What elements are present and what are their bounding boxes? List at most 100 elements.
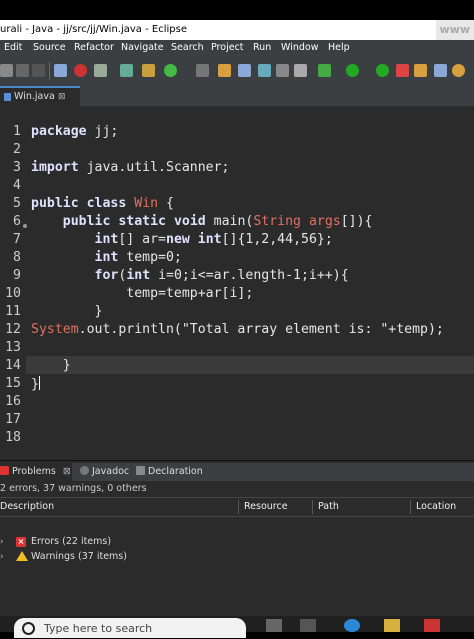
line-number: 8 bbox=[0, 250, 21, 265]
coverage-icon[interactable] bbox=[376, 64, 389, 77]
column-description[interactable]: Description bbox=[0, 498, 54, 516]
prev-edit-icon[interactable] bbox=[276, 64, 289, 77]
code-line[interactable]: public class Win { bbox=[31, 196, 174, 211]
menu-source[interactable]: Source bbox=[33, 40, 66, 56]
code-line[interactable]: import java.util.Scanner; bbox=[31, 160, 230, 175]
annotation-icon[interactable] bbox=[258, 64, 271, 77]
code-line[interactable]: } bbox=[31, 376, 40, 392]
toolbar bbox=[0, 56, 474, 87]
problems-icon bbox=[0, 466, 9, 475]
code-token: void bbox=[174, 214, 206, 229]
task-icon[interactable] bbox=[238, 64, 251, 77]
menu-help[interactable]: Help bbox=[328, 40, 350, 56]
code-token: int bbox=[126, 268, 150, 283]
eclipse-window: urali - Java - jj/src/jj/Win.java - Ecli… bbox=[0, 20, 474, 616]
menu-refactor[interactable]: Refactor bbox=[74, 40, 114, 56]
code-line[interactable]: int temp=0; bbox=[31, 250, 182, 265]
code-token: public bbox=[31, 196, 79, 211]
edge-icon[interactable] bbox=[344, 619, 360, 632]
line-number: 3 bbox=[0, 160, 21, 175]
bug-icon[interactable] bbox=[318, 64, 331, 77]
menu-window[interactable]: Window bbox=[281, 40, 318, 56]
problems-row-warnings[interactable]: › Warnings (37 items) bbox=[0, 549, 474, 565]
code-token: int bbox=[95, 232, 119, 247]
show-whitespace-icon[interactable] bbox=[294, 64, 307, 77]
column-location[interactable]: Location bbox=[416, 498, 456, 516]
line-number: 2 bbox=[0, 142, 21, 157]
pencil-icon[interactable] bbox=[218, 64, 231, 77]
taskbar-search[interactable]: Type here to search bbox=[14, 618, 246, 638]
save-icon[interactable] bbox=[16, 64, 29, 77]
open-perspective-icon[interactable] bbox=[434, 64, 447, 77]
line-number: 14 bbox=[0, 358, 21, 373]
tab-problems[interactable]: Problems ⊠ bbox=[0, 463, 72, 481]
current-line-highlight bbox=[0, 356, 474, 374]
code-token: new bbox=[166, 232, 190, 247]
column-divider bbox=[410, 500, 411, 514]
external-tools-icon[interactable] bbox=[396, 64, 409, 77]
line-number: 16 bbox=[0, 394, 21, 409]
problems-summary: 2 errors, 37 warnings, 0 others bbox=[0, 483, 147, 494]
search-icon[interactable] bbox=[452, 64, 465, 77]
app-icon[interactable] bbox=[300, 619, 316, 632]
menu-search[interactable]: Search bbox=[171, 40, 204, 56]
line-number: 4 bbox=[0, 178, 21, 193]
menu-edit[interactable]: Edit bbox=[4, 40, 22, 56]
file-explorer-icon[interactable] bbox=[384, 619, 400, 632]
code-line[interactable]: public static void main(String args[]){ bbox=[31, 214, 372, 229]
problems-panel: Problems ⊠ Javadoc Declaration 2 errors,… bbox=[0, 460, 474, 616]
code-line[interactable]: package jj; bbox=[31, 124, 118, 139]
code-line[interactable]: } bbox=[31, 304, 102, 319]
column-path[interactable]: Path bbox=[318, 498, 339, 516]
code-line[interactable]: System.out.println("Total array element … bbox=[31, 322, 444, 337]
line-number-gutter: 1 2 3 4 5 6 7 8 9 10 11 12 13 14 15 16 1… bbox=[0, 106, 26, 460]
new-icon[interactable] bbox=[0, 64, 13, 77]
task-view-icon[interactable] bbox=[266, 619, 282, 632]
tab-declaration[interactable]: Declaration bbox=[136, 463, 203, 481]
problems-row-errors[interactable]: › × Errors (22 items) bbox=[0, 534, 474, 550]
close-icon[interactable]: ⊠ bbox=[63, 466, 71, 477]
line-number: 7 bbox=[0, 232, 21, 247]
line-number: 17 bbox=[0, 412, 21, 427]
new-java-icon[interactable] bbox=[164, 64, 177, 77]
code-token: temp=0; bbox=[118, 250, 182, 265]
code-line[interactable]: int[] ar=new int[]{1,2,44,56}; bbox=[31, 232, 333, 247]
code-token: main( bbox=[206, 214, 254, 229]
line-number: 6 bbox=[0, 214, 21, 229]
code-token bbox=[31, 268, 95, 283]
skip-breakpoints-icon[interactable] bbox=[94, 64, 107, 77]
error-icon: × bbox=[16, 537, 26, 547]
perspective-icon[interactable] bbox=[414, 64, 427, 77]
close-icon[interactable]: ⊠ bbox=[58, 88, 66, 106]
code-token: args bbox=[309, 214, 341, 229]
editor-tab-win-java[interactable]: Win.java ⊠ bbox=[0, 86, 80, 106]
javadoc-icon bbox=[80, 466, 89, 475]
print-icon[interactable] bbox=[54, 64, 67, 77]
text-caret bbox=[39, 376, 40, 390]
chevron-right-icon[interactable]: › bbox=[0, 549, 4, 565]
column-resource[interactable]: Resource bbox=[244, 498, 288, 516]
code-line[interactable]: } bbox=[31, 358, 71, 373]
open-type-icon[interactable] bbox=[196, 64, 209, 77]
new-class-icon[interactable] bbox=[142, 64, 155, 77]
code-line[interactable]: for(int i=0;i<=ar.length-1;i++){ bbox=[31, 268, 349, 283]
menu-project[interactable]: Project bbox=[211, 40, 244, 56]
column-divider bbox=[238, 500, 239, 514]
code-token: } bbox=[31, 377, 39, 392]
stop-icon[interactable] bbox=[74, 64, 87, 77]
save-all-icon[interactable] bbox=[32, 64, 45, 77]
menu-run[interactable]: Run bbox=[253, 40, 271, 56]
line-number: 11 bbox=[0, 304, 21, 319]
code-token: i=0;i<=ar.length-1;i++){ bbox=[150, 268, 349, 283]
run-icon[interactable] bbox=[346, 64, 359, 77]
store-icon[interactable] bbox=[424, 619, 440, 632]
code-line[interactable]: temp=temp+ar[i]; bbox=[31, 286, 253, 301]
tab-javadoc[interactable]: Javadoc bbox=[80, 463, 129, 481]
chevron-right-icon[interactable]: › bbox=[0, 534, 4, 550]
menu-navigate[interactable]: Navigate bbox=[121, 40, 164, 56]
editor-tab-label: Win.java bbox=[14, 88, 55, 106]
code-token: } bbox=[31, 304, 102, 319]
new-package-icon[interactable] bbox=[120, 64, 133, 77]
warning-icon bbox=[16, 551, 28, 561]
code-editor[interactable]: 1 2 3 4 5 6 7 8 9 10 11 12 13 14 15 16 1… bbox=[0, 106, 474, 460]
